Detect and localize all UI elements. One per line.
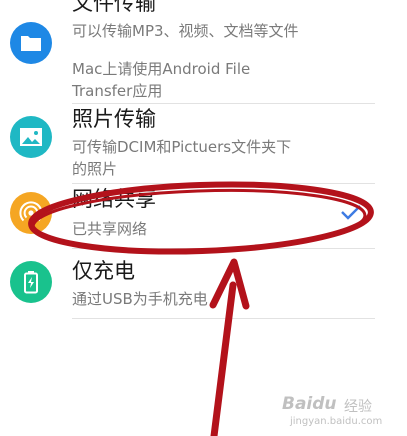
watermark-suffix: 经验: [344, 399, 372, 415]
annotation-arrow-shaft: [210, 281, 237, 436]
divider: [72, 103, 375, 104]
option-title: 仅充电: [72, 259, 135, 283]
divider: [72, 183, 375, 184]
option-description-line: 通过USB为手机充电: [72, 290, 208, 308]
option-title: 网络共享: [72, 187, 156, 211]
checkmark-icon: [340, 204, 362, 220]
option-description-line: 可传输DCIM和Pictuers文件夹下: [72, 138, 292, 156]
option-description-line: 的照片: [72, 160, 118, 178]
folder-icon: [10, 22, 52, 64]
option-description-line: Mac上请使用Android File: [72, 60, 251, 78]
annotation-arrow-head: [209, 258, 250, 310]
option-description-line: 已共享网络: [72, 220, 148, 238]
image-icon: [10, 116, 52, 158]
option-description-line: 可以传输MP3、视频、文档等文件: [72, 22, 299, 40]
hotspot-icon: [10, 192, 52, 234]
divider: [72, 318, 375, 319]
option-title: 照片传输: [72, 107, 156, 131]
battery-icon: [10, 261, 52, 303]
divider: [72, 248, 375, 249]
watermark-brand: Baidu: [282, 394, 337, 414]
option-description-line: Transfer应用: [72, 82, 163, 100]
option-title: 文件传输: [72, 0, 156, 15]
watermark-url: jingyan.baidu.com: [290, 416, 383, 427]
